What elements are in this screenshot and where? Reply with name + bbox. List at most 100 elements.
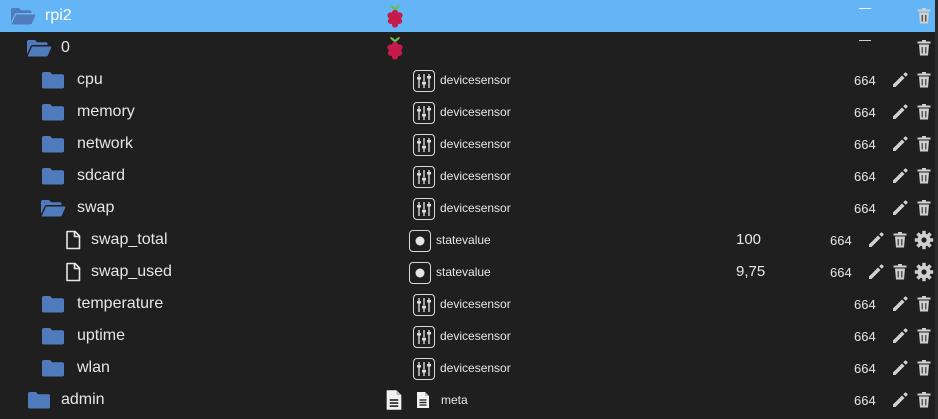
devicesensor-icon	[413, 134, 435, 156]
delete-button[interactable]	[913, 320, 935, 352]
file-icon[interactable]	[58, 224, 88, 256]
node-name: temperature	[77, 295, 164, 312]
permissions-text: 664	[854, 73, 876, 88]
delete-icon	[916, 103, 932, 121]
permissions-text: 664	[854, 105, 876, 120]
folder-open-icon[interactable]	[8, 0, 38, 32]
tree-row[interactable]: sdcard devicesensor 664	[0, 160, 938, 192]
type-label: devicesensor	[440, 201, 511, 215]
devicesensor-icon	[413, 102, 435, 124]
tree-row[interactable]: cpu devicesensor 664	[0, 64, 938, 96]
edit-button[interactable]	[889, 64, 911, 96]
delete-button[interactable]	[913, 96, 935, 128]
permissions-text: 664	[854, 169, 876, 184]
type-label: devicesensor	[440, 169, 511, 183]
edit-button[interactable]	[889, 320, 911, 352]
edit-button[interactable]	[865, 224, 887, 256]
edit-icon	[891, 135, 909, 153]
folder-open-icon[interactable]	[24, 32, 54, 64]
tree-row[interactable]: 0	[0, 32, 938, 64]
node-name: admin	[61, 391, 105, 408]
folder-icon[interactable]	[38, 320, 68, 352]
delete-button[interactable]	[913, 288, 935, 320]
edit-icon	[891, 391, 909, 409]
folder-icon[interactable]	[24, 384, 54, 416]
statevalue-icon	[409, 230, 431, 252]
tree-row[interactable]: swap_used statevalue 9,75 664	[0, 256, 938, 288]
edit-icon	[891, 199, 909, 217]
edit-icon	[891, 295, 909, 313]
type-label: statevalue	[436, 233, 491, 247]
type-label: devicesensor	[440, 329, 511, 343]
edit-button[interactable]	[889, 128, 911, 160]
delete-icon	[916, 327, 932, 345]
collapse-icon[interactable]	[859, 40, 871, 41]
permissions-text: 664	[854, 393, 876, 408]
delete-icon	[916, 199, 932, 217]
folder-icon[interactable]	[38, 352, 68, 384]
tree-row[interactable]: admin meta 664	[0, 384, 938, 416]
node-name: swap_used	[91, 263, 172, 280]
delete-button[interactable]	[889, 256, 911, 288]
delete-button[interactable]	[913, 64, 935, 96]
edit-icon	[867, 263, 885, 281]
edit-button[interactable]	[889, 160, 911, 192]
delete-button[interactable]	[913, 32, 935, 64]
collapse-icon[interactable]	[859, 8, 871, 9]
settings-button[interactable]	[913, 256, 935, 288]
type-label: devicesensor	[440, 73, 511, 87]
edit-icon	[867, 231, 885, 249]
node-name: swap_total	[91, 231, 168, 248]
value-text: 100	[736, 231, 762, 248]
edit-button[interactable]	[889, 288, 911, 320]
devicesensor-icon	[413, 198, 435, 220]
tree-row[interactable]: temperature devicesensor 664	[0, 288, 938, 320]
folder-icon[interactable]	[38, 160, 68, 192]
delete-icon	[916, 167, 932, 185]
type-label: devicesensor	[440, 361, 511, 375]
folder-icon[interactable]	[38, 128, 68, 160]
folder-icon[interactable]	[38, 288, 68, 320]
devicesensor-icon	[413, 166, 435, 188]
type-label: devicesensor	[440, 137, 511, 151]
delete-button[interactable]	[913, 384, 935, 416]
edit-button[interactable]	[889, 384, 911, 416]
delete-button[interactable]	[889, 224, 911, 256]
node-name: cpu	[77, 71, 103, 88]
devicesensor-icon	[413, 326, 435, 348]
edit-button[interactable]	[889, 352, 911, 384]
settings-button[interactable]	[913, 224, 935, 256]
delete-icon	[916, 391, 932, 409]
tree-row[interactable]: swap_total statevalue 100 664	[0, 224, 938, 256]
edit-button[interactable]	[889, 96, 911, 128]
file-icon[interactable]	[58, 256, 88, 288]
delete-button[interactable]	[913, 0, 935, 32]
tree-row[interactable]: memory devicesensor 664	[0, 96, 938, 128]
permissions-text: 664	[854, 329, 876, 344]
edit-button[interactable]	[865, 256, 887, 288]
permissions-text: 664	[854, 201, 876, 216]
object-tree: rpi2 0 cpu devicesensor 664 memory devicesenso…	[0, 0, 938, 419]
meta-icon	[414, 384, 432, 416]
node-name: memory	[77, 103, 135, 120]
folder-icon[interactable]	[38, 96, 68, 128]
node-name: swap	[77, 199, 115, 216]
tree-row[interactable]: wlan devicesensor 664	[0, 352, 938, 384]
delete-button[interactable]	[913, 128, 935, 160]
delete-button[interactable]	[913, 160, 935, 192]
tree-row[interactable]: network devicesensor 664	[0, 128, 938, 160]
delete-button[interactable]	[913, 192, 935, 224]
delete-button[interactable]	[913, 352, 935, 384]
node-name: rpi2	[45, 7, 72, 24]
settings-icon	[914, 230, 934, 250]
delete-icon	[892, 263, 908, 281]
folder-open-icon[interactable]	[38, 192, 68, 224]
folder-icon[interactable]	[38, 64, 68, 96]
tree-row[interactable]: rpi2	[0, 0, 938, 32]
devicesensor-icon	[413, 358, 435, 380]
delete-icon	[916, 7, 932, 25]
edit-button[interactable]	[889, 192, 911, 224]
tree-row[interactable]: swap devicesensor 664	[0, 192, 938, 224]
tree-row[interactable]: uptime devicesensor 664	[0, 320, 938, 352]
type-label: statevalue	[436, 265, 491, 279]
